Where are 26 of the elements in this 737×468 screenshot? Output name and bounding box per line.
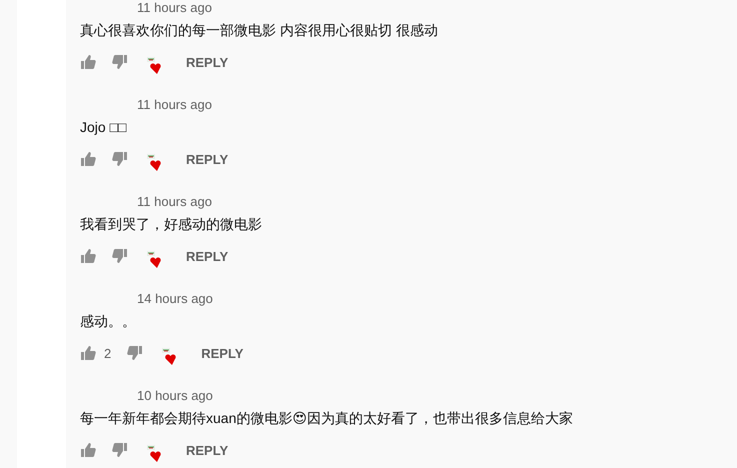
comment-time: 11 hours ago xyxy=(137,0,212,16)
reply-button[interactable]: REPLY xyxy=(186,244,228,268)
comment-time: 10 hours ago xyxy=(137,388,213,404)
like-icon[interactable] xyxy=(80,151,96,167)
dislike-icon[interactable] xyxy=(112,248,128,264)
like-count: 2 xyxy=(104,346,112,360)
comment-text: 感动。。 xyxy=(80,313,137,329)
dislike-icon[interactable] xyxy=(112,151,128,167)
comment-text: 我看到哭了，好感动的微电影 xyxy=(80,216,263,232)
dislike-icon[interactable] xyxy=(112,442,128,458)
like-icon[interactable] xyxy=(80,248,96,264)
comment-text: 真心很喜欢你们的每一部微电影 内容很用心很贴切 很感动 xyxy=(80,22,439,38)
reply-button[interactable]: REPLY xyxy=(186,438,228,462)
dislike-icon[interactable] xyxy=(112,54,128,70)
comment-text: 每一年新年都会期待xuan的微电影😍因为真的太好看了，也带出很多信息给大家 xyxy=(80,410,574,426)
dislike-icon[interactable] xyxy=(127,345,144,361)
comment-time: 11 hours ago xyxy=(137,194,212,210)
comment-time: 14 hours ago xyxy=(137,291,213,307)
reply-button[interactable]: REPLY xyxy=(201,342,244,364)
reply-button[interactable]: REPLY xyxy=(186,50,228,74)
like-icon[interactable] xyxy=(80,54,96,70)
like-icon[interactable] xyxy=(80,345,96,361)
like-icon[interactable] xyxy=(80,442,96,458)
reply-button[interactable]: REPLY xyxy=(186,148,228,170)
comment-time: 11 hours ago xyxy=(137,97,212,113)
comment-text: Jojo □□ xyxy=(80,119,128,135)
